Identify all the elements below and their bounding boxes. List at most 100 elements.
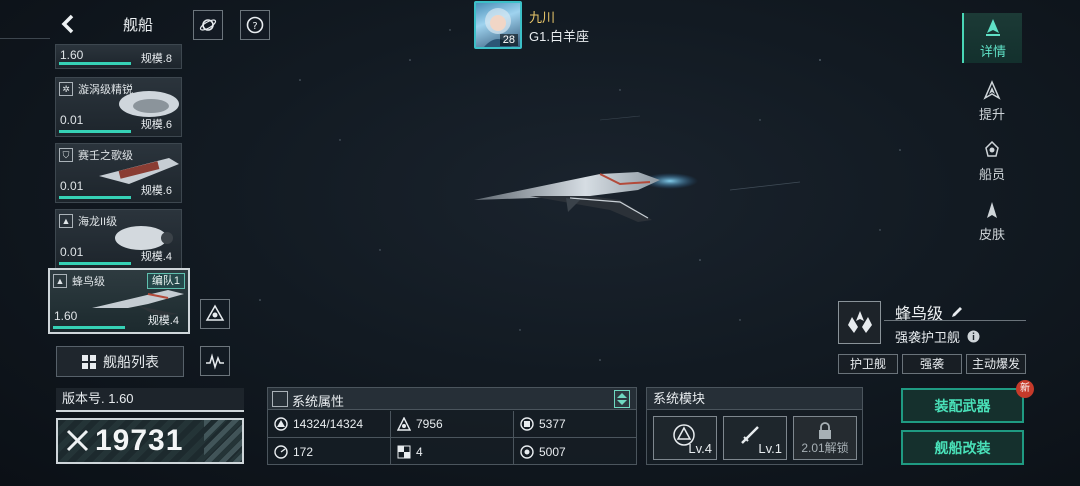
nav-tab-upgrade[interactable]: 提升 (962, 76, 1022, 126)
modules-title: 系统模块 (647, 388, 862, 410)
vortex-icon: ✲ (59, 82, 73, 96)
power-stripe (204, 420, 242, 462)
module-slot[interactable]: Lv.1 (723, 416, 787, 460)
expand-arrows-icon (617, 393, 627, 405)
armor-stat: 4 (391, 438, 514, 465)
nav-tab-skins[interactable]: 皮肤 (962, 196, 1022, 246)
ship-card-name: 赛壬之歌级 (78, 150, 133, 162)
player-avatar[interactable]: 28 (474, 1, 522, 49)
checker-icon (396, 444, 412, 460)
system-attributes-panel: 系统属性 14324/14324 7956 5377 172 4 5007 (267, 387, 637, 465)
flame-icon: ▲ (59, 214, 73, 228)
ship-info-divider (884, 320, 1026, 321)
lock-icon (819, 422, 831, 439)
defense-stat: 5377 (514, 411, 637, 438)
ship-card-selected[interactable]: ▲ 蜂鸟级 编队1 1.60 规模.4 (48, 268, 190, 334)
help-icon: ? (246, 16, 264, 34)
planet-icon (199, 19, 217, 31)
version-label: 版本号. 1.60 (56, 388, 244, 412)
player-name: 九川 (529, 10, 556, 25)
hull-icon (273, 416, 289, 432)
hull-stat: 14324/14324 (268, 411, 391, 438)
ship-card-value: 1.60 (60, 48, 84, 62)
ship-card-bar (59, 262, 131, 265)
energy-stat: 5007 (514, 438, 637, 465)
module-slot-locked[interactable]: 2.01解锁 (793, 416, 857, 460)
ship-card-bar (59, 196, 131, 199)
hull-value: 14324/14324 (293, 417, 364, 431)
attack-icon (396, 416, 412, 432)
new-badge: 新 (1016, 380, 1034, 398)
ship-card-scale: 规模.6 (140, 185, 172, 197)
ship-class: 强袭护卫舰 (895, 327, 980, 346)
formation-icon (205, 304, 225, 321)
target-icon (519, 444, 535, 460)
top-divider (0, 38, 50, 39)
speed-value: 172 (293, 444, 314, 459)
ship-card-name: 漩涡级精锐 (78, 84, 133, 96)
ship-card-scale: 规模.8 (140, 53, 172, 65)
fleet-formation-button[interactable] (200, 299, 230, 329)
flame-emblem-icon (847, 310, 872, 333)
back-button[interactable] (54, 10, 84, 38)
combat-power-panel: 19731 (56, 418, 244, 464)
ship-card-scale: 规模.6 (140, 119, 172, 131)
defense-icon (519, 416, 535, 432)
module-level: Lv.1 (758, 441, 782, 456)
player-level: 28 (499, 34, 518, 46)
ship-card-bar (59, 62, 131, 65)
ship-class-text: 强袭护卫舰 (895, 330, 961, 345)
defense-value: 5377 (539, 417, 566, 431)
fleet-tag: 编队1 (146, 273, 185, 289)
ship-tag: 强袭 (902, 354, 962, 374)
ship-card-value: 0.01 (60, 113, 84, 127)
ship-card-value: 0.01 (60, 179, 84, 193)
upgrade-icon (983, 80, 1001, 100)
ship-details-icon (986, 19, 1000, 36)
grid-icon (82, 354, 96, 369)
page-title: 舰船 (123, 17, 154, 34)
ship-stats-button[interactable] (200, 346, 230, 376)
ship-card-value: 0.01 (60, 245, 84, 259)
info-icon[interactable] (967, 330, 980, 343)
waveform-icon (206, 353, 224, 370)
module-slot[interactable]: Lv.4 (653, 416, 717, 460)
attributes-title: 系统属性 (292, 394, 345, 409)
speed-icon (273, 444, 289, 460)
attack-value: 7956 (416, 417, 443, 431)
nav-tab-label: 皮肤 (978, 227, 1005, 242)
attributes-header-icon (272, 391, 288, 407)
ship-card[interactable]: ✲ 漩涡级精锐 0.01 规模.6 (55, 77, 182, 137)
armor-value: 4 (416, 444, 423, 459)
flame-icon: ▲ (53, 274, 67, 288)
planet-button[interactable] (193, 10, 223, 40)
energy-value: 5007 (539, 444, 566, 459)
ship-card-value: 1.60 (54, 309, 78, 323)
ship-tag: 护卫舰 (838, 354, 898, 374)
nav-tab-label: 提升 (978, 107, 1005, 122)
equip-weapons-button[interactable]: 装配武器 (901, 388, 1024, 423)
ship-class-emblem (838, 301, 881, 344)
nav-tab-details[interactable]: 详情 (962, 13, 1022, 63)
ship-list-button[interactable]: 舰船列表 (56, 346, 184, 377)
attributes-header: 系统属性 (268, 388, 636, 410)
attributes-toggle-button[interactable] (614, 390, 630, 408)
ship-modify-button[interactable]: 舰船改装 (901, 430, 1024, 465)
ship-list-label: 舰船列表 (103, 353, 159, 370)
ship-card[interactable]: ▲ 海龙II级 0.01 规模.4 (55, 209, 182, 269)
help-button[interactable]: ? (240, 10, 270, 40)
skin-icon (987, 202, 997, 218)
nav-tab-label: 详情 (979, 44, 1006, 59)
player-rank: G1.白羊座 (529, 29, 589, 44)
nav-tab-label: 船员 (978, 167, 1005, 182)
edit-pencil-icon[interactable] (950, 305, 964, 319)
ship-card[interactable]: 1.60 规模.8 (55, 44, 182, 69)
speed-stat: 172 (268, 438, 391, 465)
ship-render (474, 172, 698, 222)
attack-stat: 7956 (391, 411, 514, 438)
nav-tab-crew[interactable]: 船员 (962, 136, 1022, 186)
ship-card[interactable]: ⛉ 赛壬之歌级 0.01 规模.6 (55, 143, 182, 203)
ship-card-bar (53, 326, 125, 329)
ship-card-scale: 规模.4 (147, 315, 179, 327)
ship-card-bar (59, 130, 131, 133)
